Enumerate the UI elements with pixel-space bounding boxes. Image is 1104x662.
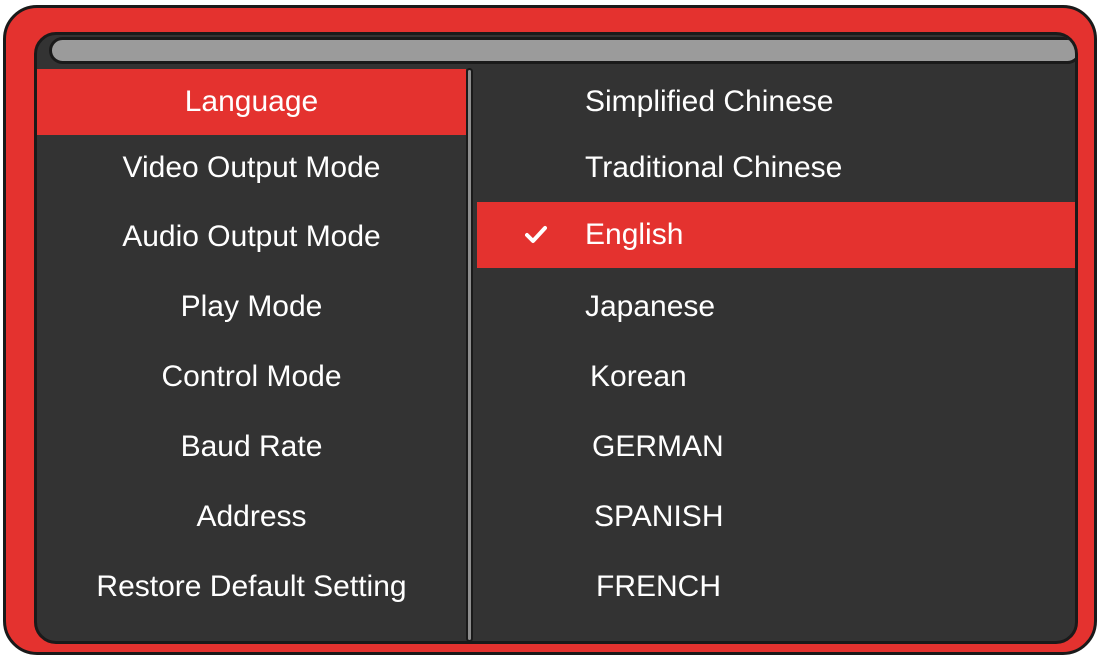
settings-screen: Language Video Output Mode Audio Output … [34, 32, 1078, 644]
option-label: SPANISH [594, 500, 724, 533]
menu-item-label: Baud Rate [180, 430, 323, 463]
menu-item-label: Control Mode [161, 360, 342, 393]
menu-item-baud-rate[interactable]: Baud Rate [37, 412, 466, 482]
option-spanish[interactable]: SPANISH [477, 482, 1075, 552]
menu-item-audio-output-mode[interactable]: Audio Output Mode [37, 202, 466, 272]
option-french[interactable]: FRENCH [477, 552, 1075, 622]
option-traditional-chinese[interactable]: Traditional Chinese [477, 135, 1075, 201]
option-label: FRENCH [596, 570, 721, 603]
device-frame: Language Video Output Mode Audio Output … [3, 5, 1097, 655]
menu-item-label: Play Mode [180, 290, 323, 323]
option-label: English [585, 218, 684, 251]
option-german[interactable]: GERMAN [477, 412, 1075, 482]
menu-item-language[interactable]: Language [37, 69, 466, 135]
option-label: Traditional Chinese [585, 151, 843, 184]
menu-item-label: Language [184, 85, 319, 118]
menu-item-restore-default-setting[interactable]: Restore Default Setting [37, 552, 466, 622]
option-korean[interactable]: Korean [477, 342, 1075, 412]
title-bar [49, 37, 1075, 64]
menu-item-play-mode[interactable]: Play Mode [37, 272, 466, 342]
menu-item-label: Restore Default Setting [96, 570, 407, 603]
menu-item-label: Video Output Mode [122, 151, 381, 184]
checkmark-icon [525, 226, 547, 243]
menu-item-address[interactable]: Address [37, 482, 466, 552]
option-simplified-chinese[interactable]: Simplified Chinese [477, 69, 1075, 135]
option-label: Korean [590, 360, 687, 393]
option-japanese[interactable]: Japanese [477, 272, 1075, 342]
option-label: GERMAN [592, 430, 724, 463]
option-label: Japanese [585, 290, 716, 323]
option-label: Simplified Chinese [585, 85, 834, 118]
menu-item-label: Address [196, 500, 307, 533]
menu-item-control-mode[interactable]: Control Mode [37, 342, 466, 412]
column-divider [466, 68, 473, 641]
menu-item-label: Audio Output Mode [122, 220, 381, 253]
menu-item-video-output-mode[interactable]: Video Output Mode [37, 135, 466, 201]
option-english[interactable]: English [477, 202, 1075, 268]
